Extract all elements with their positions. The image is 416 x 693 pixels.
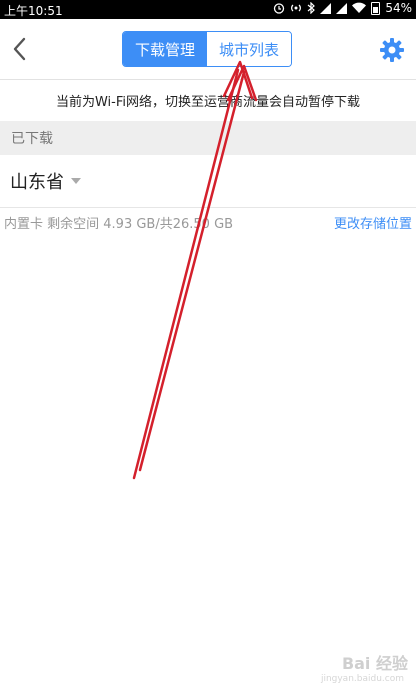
change-storage-location-link[interactable]: 更改存储位置 — [334, 213, 412, 232]
downloaded-section-header: 已下载 — [0, 121, 416, 155]
wifi-icon — [352, 2, 367, 14]
divider — [0, 207, 416, 208]
tab-download-manager[interactable]: 下载管理 — [123, 32, 207, 66]
dropdown-caret-icon — [71, 178, 81, 184]
tab-city-list[interactable]: 城市列表 — [207, 32, 291, 66]
alarm-icon — [274, 3, 285, 14]
network-notice: 当前为Wi-Fi网络，切换至运营商流量会自动暂停下载 — [55, 94, 360, 110]
baidu-watermark-logo: Bai 经验 — [341, 654, 408, 673]
gear-icon[interactable] — [378, 36, 406, 64]
battery-level: 54% — [385, 1, 412, 15]
battery-icon — [371, 1, 381, 15]
top-bar: 下载管理 城市列表 — [0, 19, 416, 80]
status-time: 上午10:51 — [4, 4, 63, 18]
signal-icon — [320, 3, 332, 14]
province-name: 山东省 — [10, 172, 64, 193]
province-item-shandong[interactable]: 山东省 — [0, 155, 416, 207]
back-arrow-icon[interactable] — [8, 34, 32, 64]
status-bar: 上午10:51 54% — [0, 0, 416, 19]
baidu-watermark-url: jingyan.baidu.com — [320, 674, 404, 684]
bluetooth-icon — [307, 2, 316, 14]
hotspot-icon — [291, 4, 302, 12]
segmented-control: 下载管理 城市列表 — [122, 31, 292, 67]
status-icons: 54% — [273, 1, 412, 15]
signal-icon — [336, 3, 348, 14]
storage-info: 内置卡 剩余空间 4.93 GB/共26.50 GB — [4, 217, 234, 232]
